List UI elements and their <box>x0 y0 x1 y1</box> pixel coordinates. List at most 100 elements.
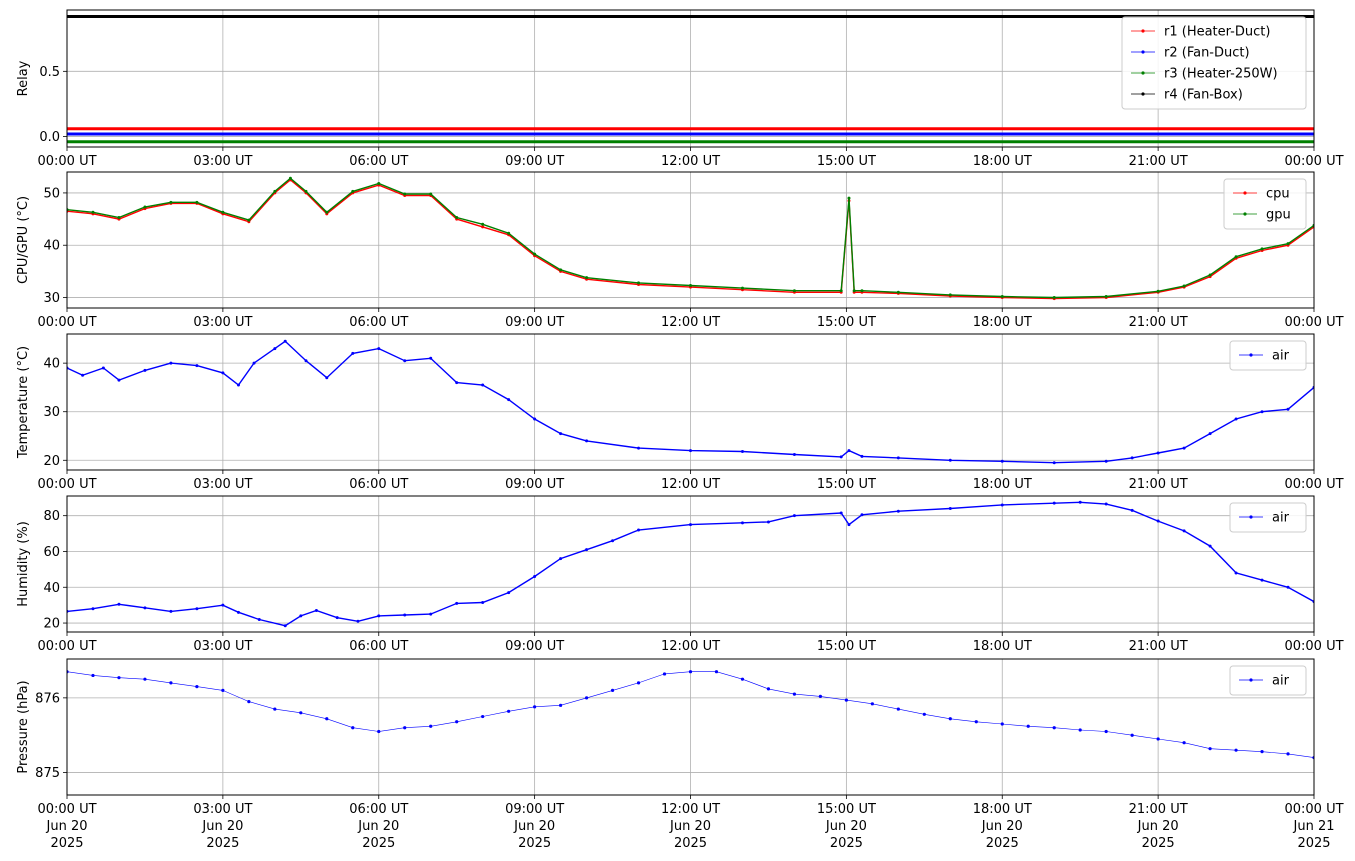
data-point <box>221 210 225 214</box>
legend: r1 (Heater-Duct) r2 (Fan-Duct) r3 (Heater-… <box>1121 16 1307 110</box>
legend-marker <box>1141 29 1145 33</box>
data-point <box>1234 748 1238 752</box>
data-point <box>81 373 85 377</box>
data-point <box>1156 737 1160 741</box>
x-tick-label: 00:00 UT <box>37 154 96 169</box>
panel-5: 875 876 Pressure (hPa) 00:00 UT Jun 20 2025 03… <box>16 658 1344 851</box>
data-point <box>740 286 744 290</box>
data-point <box>1000 459 1004 463</box>
x-tick-label: 21:00 UT <box>1129 477 1188 492</box>
data-point <box>1156 451 1160 455</box>
data-point <box>507 709 511 713</box>
y-tick-label: 20 <box>43 454 60 469</box>
x-tick-label: 03:00 UT <box>193 802 252 817</box>
data-point <box>740 521 744 525</box>
data-point <box>143 677 147 681</box>
legend: air <box>1229 502 1307 533</box>
data-point <box>169 681 173 685</box>
data-point <box>896 290 900 294</box>
data-point <box>1156 519 1160 523</box>
data-point <box>325 717 329 721</box>
data-point <box>1052 296 1056 300</box>
legend: cpu gpu <box>1223 178 1307 230</box>
legend-frame <box>1223 178 1307 230</box>
figure: 0.0 0.5 Relay 00:00 UT 03:00 UT 06:00 UT 09:00… <box>16 9 1344 851</box>
x-date-label: 2025 <box>830 836 863 851</box>
legend-marker <box>1141 50 1145 54</box>
data-point <box>143 368 147 372</box>
data-point <box>844 698 848 702</box>
data-point <box>91 210 95 214</box>
data-point <box>1234 417 1238 421</box>
data-point <box>273 189 277 193</box>
data-point <box>481 222 485 226</box>
data-point <box>507 398 511 402</box>
data-point <box>585 439 589 443</box>
data-point <box>1234 571 1238 575</box>
y-tick-label: 40 <box>43 581 60 596</box>
data-point <box>974 720 978 724</box>
data-point <box>101 366 105 370</box>
data-point <box>860 454 864 458</box>
data-point <box>325 376 329 380</box>
data-point <box>1052 726 1056 730</box>
data-point <box>559 268 563 272</box>
data-point <box>740 450 744 454</box>
x-tick-label: 00:00 UT <box>1284 477 1343 492</box>
y-axis-label: Relay <box>16 60 31 96</box>
x-tick-label: 18:00 UT <box>973 154 1032 169</box>
data-point <box>1104 502 1108 506</box>
data-point <box>169 361 173 365</box>
data-point <box>792 514 796 518</box>
data-point <box>299 711 303 715</box>
x-tick-label: 06:00 UT <box>349 639 408 654</box>
data-point <box>1182 446 1186 450</box>
data-point <box>1130 456 1134 460</box>
data-point <box>766 520 770 524</box>
grid <box>66 496 1315 632</box>
data-point <box>377 347 381 351</box>
data-point <box>559 432 563 436</box>
legend-marker <box>1249 515 1253 519</box>
y-tick-label: 30 <box>43 405 60 420</box>
data-point <box>533 575 537 579</box>
data-point <box>1260 247 1264 251</box>
x-tick-label: 06:00 UT <box>349 802 408 817</box>
data-point <box>236 383 240 387</box>
x-tick-label: 03:00 UT <box>193 154 252 169</box>
data-point <box>195 364 199 368</box>
data-point <box>304 189 308 193</box>
x-tick-label: 00:00 UT <box>1284 154 1343 169</box>
y-tick-label: 30 <box>43 291 60 306</box>
legend-frame <box>1229 665 1307 696</box>
x-tick-label: 12:00 UT <box>661 802 720 817</box>
data-point <box>839 511 843 515</box>
data-point <box>922 712 926 716</box>
data-point <box>1104 729 1108 734</box>
data-point <box>860 289 864 293</box>
x-tick-label: 00:00 UT <box>37 477 96 492</box>
data-point <box>429 192 433 196</box>
data-point <box>533 705 537 709</box>
data-point <box>847 449 851 453</box>
data-point <box>455 216 459 220</box>
data-point <box>1000 294 1004 298</box>
data-point <box>847 523 851 527</box>
legend-frame <box>1229 340 1307 371</box>
legend-marker <box>1141 71 1145 75</box>
y-tick-label: 0.5 <box>39 65 60 80</box>
data-point <box>1260 750 1264 754</box>
data-point <box>533 417 537 421</box>
data-point <box>169 200 173 204</box>
data-point <box>143 205 147 209</box>
data-point <box>351 351 355 355</box>
data-point <box>273 347 277 351</box>
data-point <box>766 687 771 691</box>
x-tick-label: 18:00 UT <box>973 639 1032 654</box>
data-point <box>325 210 329 214</box>
data-point <box>1182 741 1186 745</box>
data-point <box>584 696 589 700</box>
legend-frame <box>1229 502 1307 533</box>
x-tick-label: 12:00 UT <box>661 154 720 169</box>
x-tick-label: 00:00 UT <box>37 639 96 654</box>
